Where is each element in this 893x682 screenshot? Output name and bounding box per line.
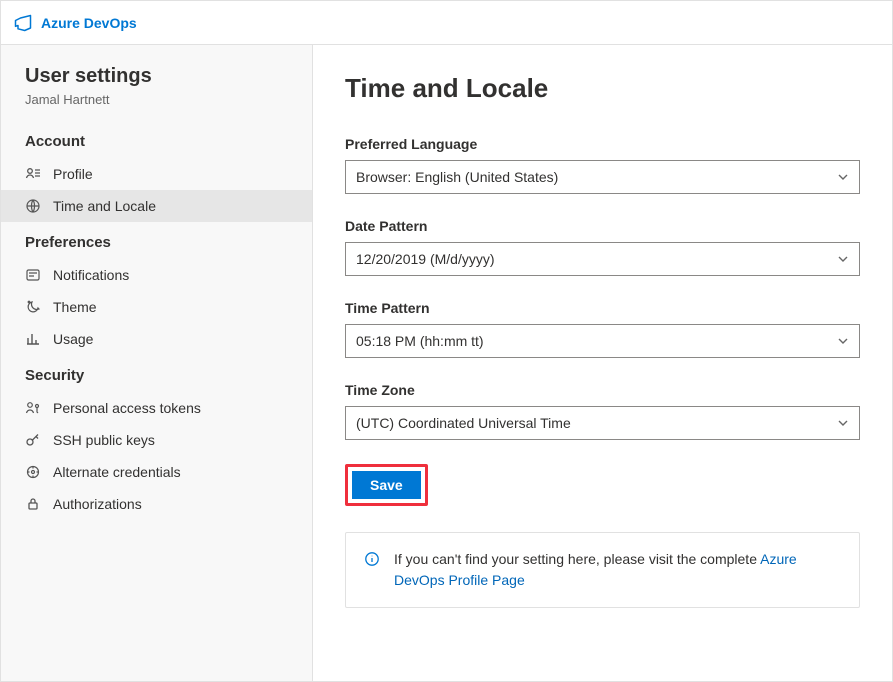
notifications-icon [25, 267, 41, 283]
sidebar-item-label: Usage [53, 331, 93, 347]
theme-icon [25, 299, 41, 315]
app-header: Azure DevOps [1, 1, 892, 45]
person-key-icon [25, 400, 41, 416]
brand-text: Azure DevOps [41, 15, 137, 31]
chevron-down-icon [837, 417, 849, 429]
sidebar-item-theme[interactable]: Theme [1, 291, 312, 323]
chevron-down-icon [837, 171, 849, 183]
credentials-icon [25, 464, 41, 480]
main-content: Time and Locale Preferred Language Brows… [313, 45, 892, 681]
chevron-down-icon [837, 253, 849, 265]
save-button[interactable]: Save [352, 471, 421, 499]
tz-value: (UTC) Coordinated Universal Time [356, 415, 571, 431]
usage-icon [25, 331, 41, 347]
sidebar-item-pat[interactable]: Personal access tokens [1, 392, 312, 424]
date-select[interactable]: 12/20/2019 (M/d/yyyy) [345, 242, 860, 276]
tz-label: Time Zone [345, 382, 860, 398]
language-select[interactable]: Browser: English (United States) [345, 160, 860, 194]
language-value: Browser: English (United States) [356, 169, 558, 185]
save-highlight: Save [345, 464, 428, 506]
lock-icon [25, 496, 41, 512]
sidebar-item-profile[interactable]: Profile [1, 158, 312, 190]
globe-icon [25, 198, 41, 214]
sidebar-item-ssh[interactable]: SSH public keys [1, 424, 312, 456]
key-icon [25, 432, 41, 448]
chevron-down-icon [837, 335, 849, 347]
profile-icon [25, 166, 41, 182]
info-text: If you can't find your setting here, ple… [394, 549, 841, 591]
info-text-pre: If you can't find your setting here, ple… [394, 551, 760, 567]
sidebar-username: Jamal Hartnett [1, 92, 312, 121]
tz-select[interactable]: (UTC) Coordinated Universal Time [345, 406, 860, 440]
sidebar-item-label: Authorizations [53, 496, 142, 512]
language-label: Preferred Language [345, 136, 860, 152]
section-preferences: Preferences [1, 222, 312, 259]
sidebar-item-label: Theme [53, 299, 97, 315]
sidebar-item-notifications[interactable]: Notifications [1, 259, 312, 291]
info-box: If you can't find your setting here, ple… [345, 532, 860, 608]
time-select[interactable]: 05:18 PM (hh:mm tt) [345, 324, 860, 358]
sidebar-item-authorizations[interactable]: Authorizations [1, 488, 312, 520]
azure-devops-logo-icon [13, 13, 33, 33]
sidebar-item-label: Alternate credentials [53, 464, 181, 480]
sidebar: User settings Jamal Hartnett Account Pro… [1, 45, 313, 681]
time-value: 05:18 PM (hh:mm tt) [356, 333, 484, 349]
time-label: Time Pattern [345, 300, 860, 316]
sidebar-item-label: Personal access tokens [53, 400, 201, 416]
sidebar-item-time-locale[interactable]: Time and Locale [1, 190, 312, 222]
sidebar-title: User settings [1, 65, 312, 92]
info-icon [364, 551, 380, 570]
page-title: Time and Locale [345, 73, 860, 104]
date-label: Date Pattern [345, 218, 860, 234]
sidebar-item-label: Time and Locale [53, 198, 156, 214]
sidebar-item-usage[interactable]: Usage [1, 323, 312, 355]
date-value: 12/20/2019 (M/d/yyyy) [356, 251, 495, 267]
sidebar-item-label: Profile [53, 166, 93, 182]
brand[interactable]: Azure DevOps [13, 13, 137, 33]
sidebar-item-altcred[interactable]: Alternate credentials [1, 456, 312, 488]
section-security: Security [1, 355, 312, 392]
sidebar-item-label: SSH public keys [53, 432, 155, 448]
sidebar-item-label: Notifications [53, 267, 129, 283]
section-account: Account [1, 121, 312, 158]
